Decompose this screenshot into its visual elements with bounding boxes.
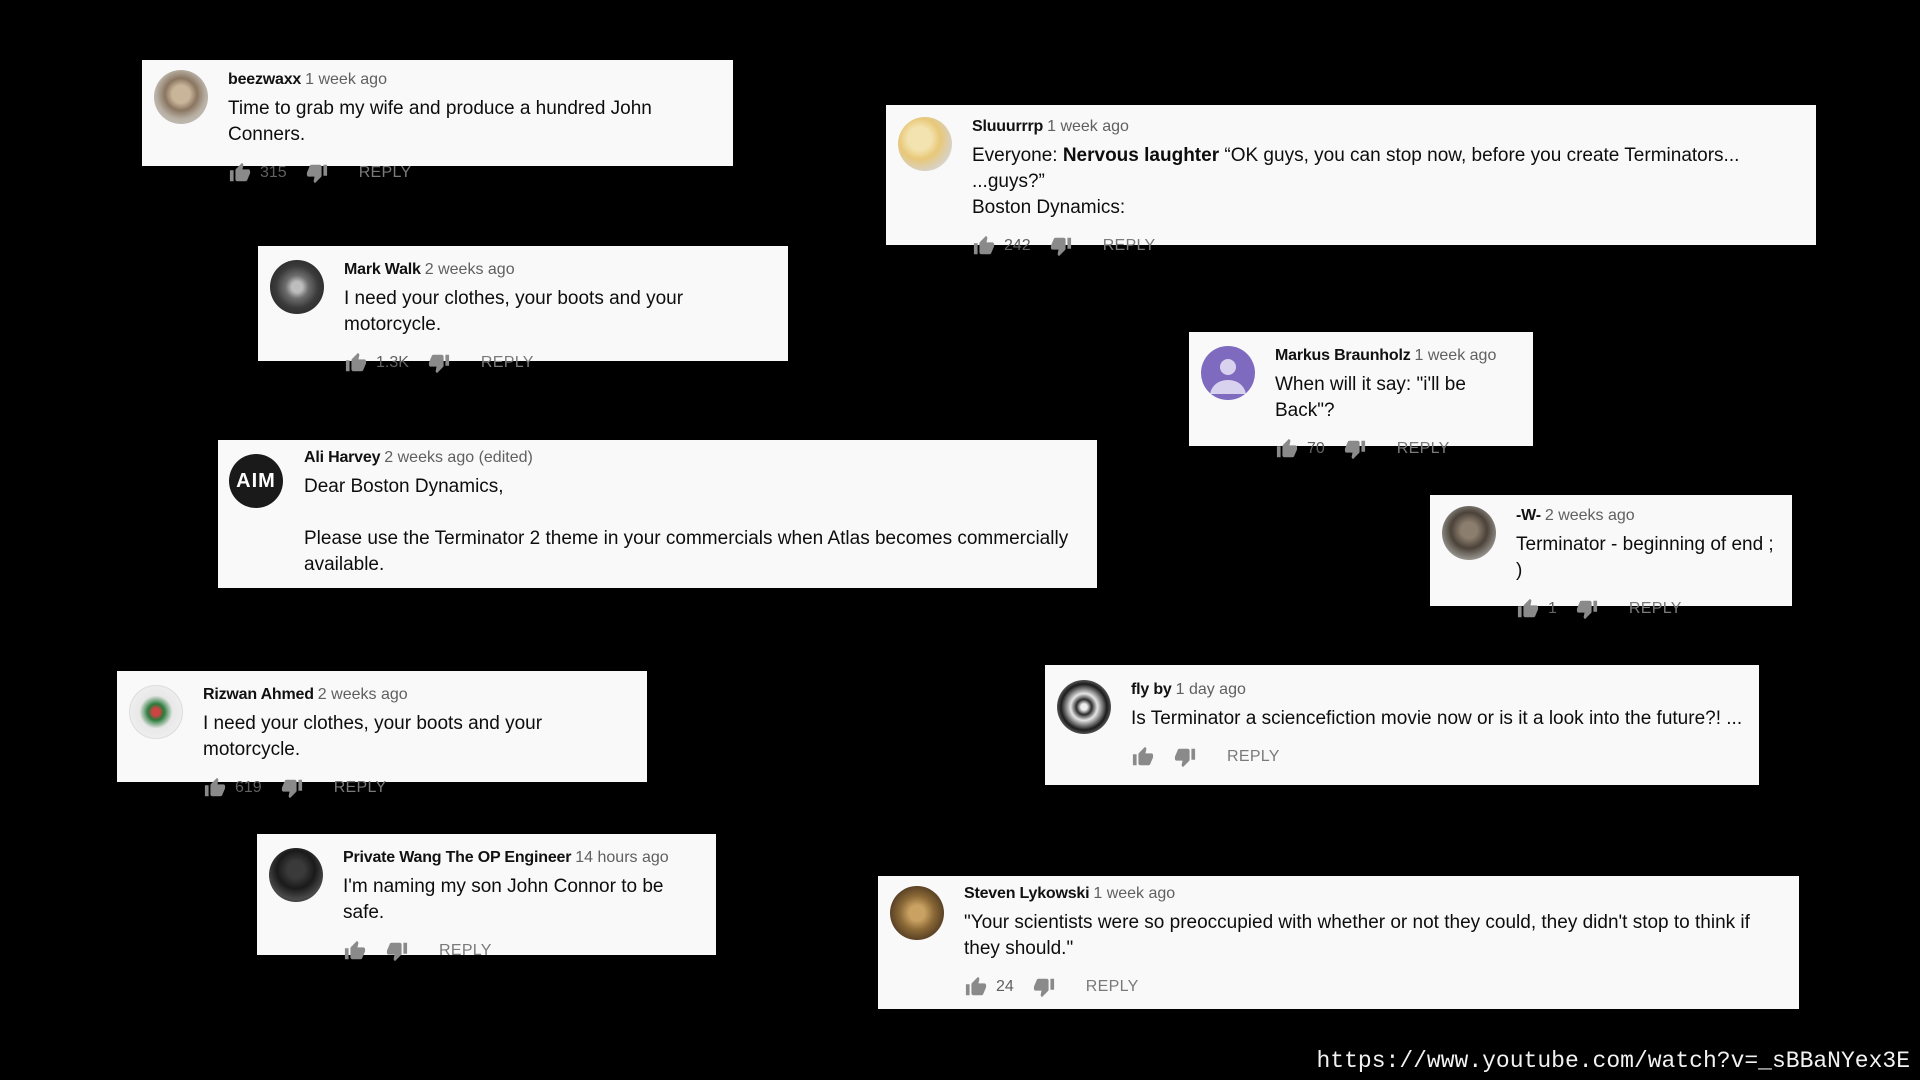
comment-text: "Your scientists were so preoccupied wit… [964, 912, 1756, 959]
like-count: 24 [996, 978, 1014, 995]
thumb-down-icon[interactable] [385, 940, 409, 962]
comment-time[interactable]: 2 weeks ago [1545, 507, 1635, 524]
comment-card: fly by 1 day ago Is Terminator a sciencef… [1045, 665, 1759, 785]
reply-button[interactable]: REPLY [1086, 978, 1139, 996]
avatar[interactable] [898, 117, 952, 171]
comment-author[interactable]: fly by [1131, 681, 1172, 698]
comment-time[interactable]: 1 week ago [1047, 118, 1129, 135]
comment-author[interactable]: Markus Braunholz [1275, 347, 1411, 364]
comment-time[interactable]: 1 week ago [1093, 885, 1175, 902]
comment-author[interactable]: Sluuurrrp [972, 118, 1043, 135]
thumb-up-icon[interactable] [203, 777, 227, 799]
comment-time[interactable]: 1 week ago [305, 71, 387, 88]
reply-button[interactable]: REPLY [1227, 748, 1280, 766]
comment-text: I need your clothes, your boots and your… [203, 713, 548, 760]
avatar[interactable] [129, 685, 183, 739]
thumb-up-icon[interactable] [344, 352, 368, 374]
comment-text: Terminator - beginning of end ; ) [1516, 534, 1779, 581]
comment-text: Is Terminator a sciencefiction movie now… [1131, 708, 1743, 729]
like-count: 1 [1548, 600, 1557, 617]
avatar-logo-text: AIM [236, 469, 276, 492]
comment-text: I need your clothes, your boots and your… [344, 288, 689, 335]
comment-time[interactable]: 1 day ago [1176, 681, 1246, 698]
video-url: https://www.youtube.com/watch?v=_sBBaNYe… [1316, 1048, 1911, 1074]
reply-button[interactable]: REPLY [481, 354, 534, 372]
comment-card: beezwaxx 1 week ago Time to grab my wife … [142, 60, 733, 184]
like-count: 70 [1307, 440, 1325, 457]
comment-card: Sluuurrrp 1 week ago Everyone: Nervous la… [886, 105, 1816, 257]
like-count: 242 [1004, 237, 1031, 254]
thumb-down-icon[interactable] [427, 352, 451, 374]
comment-text: When will it say: "i'll be Back"? [1275, 374, 1472, 421]
thumb-up-icon[interactable] [1131, 746, 1155, 768]
comment-card: Mark Walk 2 weeks ago I need your clothes… [258, 246, 788, 374]
thumb-down-icon[interactable] [1343, 438, 1367, 460]
avatar[interactable] [1442, 506, 1496, 560]
reply-button[interactable]: REPLY [334, 779, 387, 797]
comment-card: Steven Lykowski 1 week ago "Your scientis… [878, 876, 1799, 1009]
avatar[interactable] [154, 70, 208, 124]
avatar[interactable]: AIM [229, 454, 283, 508]
thumb-down-icon[interactable] [1049, 235, 1073, 257]
reply-button[interactable]: REPLY [1629, 600, 1682, 618]
comment-author[interactable]: Steven Lykowski [964, 885, 1090, 902]
avatar[interactable] [1201, 346, 1255, 400]
reply-button[interactable]: REPLY [1397, 440, 1450, 458]
comment-card: Private Wang The OP Engineer 14 hours ago… [257, 834, 716, 962]
thumb-up-icon[interactable] [972, 235, 996, 257]
comment-author[interactable]: -W- [1516, 507, 1541, 524]
comment-card: AIM Ali Harvey 2 weeks ago (edited) Dear … [218, 440, 1097, 588]
avatar[interactable] [270, 260, 324, 314]
reply-button[interactable]: REPLY [439, 942, 492, 960]
comment-time[interactable]: 2 weeks ago [318, 686, 408, 703]
avatar[interactable] [269, 848, 323, 902]
comment-author[interactable]: Private Wang The OP Engineer [343, 849, 571, 866]
reply-button[interactable]: REPLY [359, 164, 412, 182]
thumb-up-icon[interactable] [343, 940, 367, 962]
comment-time[interactable]: 14 hours ago [575, 849, 668, 866]
comment-time[interactable]: 1 week ago [1415, 347, 1497, 364]
comment-card: Rizwan Ahmed 2 weeks ago I need your clot… [117, 671, 647, 799]
like-count: 1.3K [376, 354, 409, 371]
like-count: 315 [260, 164, 287, 181]
reply-button[interactable]: REPLY [1103, 237, 1156, 255]
thumb-up-icon[interactable] [1516, 598, 1540, 620]
comment-author[interactable]: Ali Harvey [304, 449, 380, 466]
comment-author[interactable]: Mark Walk [344, 261, 421, 278]
thumb-down-icon[interactable] [305, 162, 329, 184]
thumb-down-icon[interactable] [1173, 746, 1197, 768]
comment-card: -W- 2 weeks ago Terminator - beginning of… [1430, 495, 1792, 620]
thumb-up-icon[interactable] [228, 162, 252, 184]
comment-time[interactable]: 2 weeks ago [425, 261, 515, 278]
thumb-down-icon[interactable] [1032, 976, 1056, 998]
thumb-down-icon[interactable] [280, 777, 304, 799]
thumb-up-icon[interactable] [964, 976, 988, 998]
thumb-up-icon[interactable] [1275, 438, 1299, 460]
thumb-down-icon[interactable] [1575, 598, 1599, 620]
comment-author[interactable]: beezwaxx [228, 71, 301, 88]
avatar[interactable] [890, 886, 944, 940]
comment-text: Dear Boston Dynamics, Please use the Ter… [304, 476, 1069, 575]
comment-time[interactable]: 2 weeks ago (edited) [384, 449, 533, 466]
avatar[interactable] [1057, 680, 1111, 734]
comment-text: Everyone: Nervous laughter “OK guys, you… [972, 145, 1740, 218]
default-user-icon [1210, 359, 1246, 394]
comment-text: I'm naming my son John Connor to be safe… [343, 876, 669, 923]
comment-card: Markus Braunholz 1 week ago When will it … [1189, 332, 1533, 460]
comment-author[interactable]: Rizwan Ahmed [203, 686, 314, 703]
like-count: 619 [235, 779, 262, 796]
comment-text: Time to grab my wife and produce a hundr… [228, 98, 658, 145]
